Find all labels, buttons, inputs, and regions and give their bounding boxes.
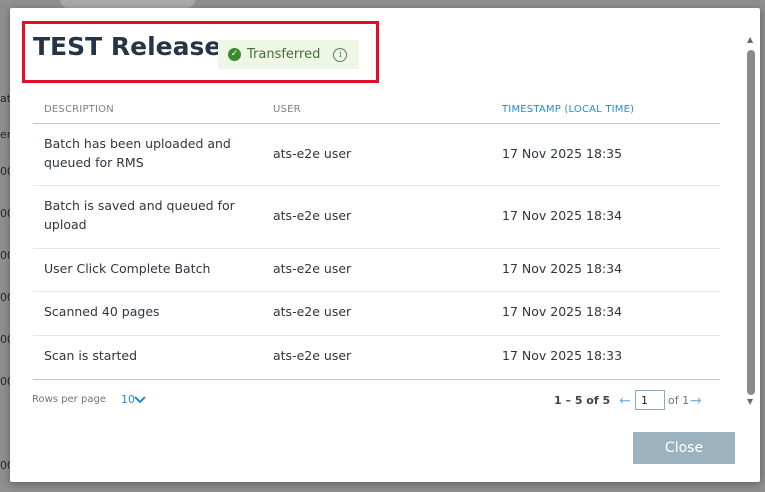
previous-page-arrow-icon[interactable]: ← <box>619 393 631 409</box>
cell-description: Scan is started <box>44 348 138 363</box>
status-badge-label: Transferred <box>247 47 321 62</box>
cell-timestamp: 17 Nov 2025 18:35 <box>502 146 623 161</box>
column-header-timestamp[interactable]: TIMESTAMP (LOCAL TIME) <box>502 104 634 115</box>
modal-title: TEST Release <box>33 32 222 61</box>
cell-description: Scanned 40 pages <box>44 304 160 319</box>
check-circle-icon: ✓ <box>228 48 241 61</box>
cell-timestamp: 17 Nov 2025 18:34 <box>502 208 623 223</box>
next-page-arrow-icon[interactable]: → <box>690 393 702 409</box>
table-row: Scan is started ats-e2e user 17 Nov 2025… <box>33 336 720 380</box>
cell-user: ats-e2e user <box>273 146 352 161</box>
cell-timestamp: 17 Nov 2025 18:33 <box>502 348 623 363</box>
page-number-input[interactable] <box>635 390 665 410</box>
cell-timestamp: 17 Nov 2025 18:34 <box>502 304 623 319</box>
rows-per-page-label: Rows per page <box>32 394 106 405</box>
scroll-up-arrow-icon[interactable]: ▲ <box>747 35 753 44</box>
cell-description: Batch is saved and queued for upload <box>44 198 235 232</box>
status-badge: ✓ Transferred i <box>218 40 359 69</box>
background-tab <box>60 0 195 8</box>
scrollbar-thumb[interactable] <box>747 50 755 395</box>
table-row: Batch has been uploaded and queued for R… <box>33 124 720 186</box>
cell-description: Batch has been uploaded and queued for R… <box>44 136 231 170</box>
cell-user: ats-e2e user <box>273 304 352 319</box>
cell-user: ats-e2e user <box>273 261 352 276</box>
table-body: Batch has been uploaded and queued for R… <box>33 124 720 380</box>
column-header-user[interactable]: USER <box>273 104 301 115</box>
cell-user: ats-e2e user <box>273 348 352 363</box>
scroll-down-arrow-icon[interactable]: ▼ <box>747 397 753 406</box>
pagination-range: 1 – 5 of 5 <box>554 394 611 407</box>
cell-user: ats-e2e user <box>273 208 352 223</box>
cell-timestamp: 17 Nov 2025 18:34 <box>502 261 623 276</box>
info-icon[interactable]: i <box>333 47 348 62</box>
cell-description: User Click Complete Batch <box>44 261 211 276</box>
close-button[interactable]: Close <box>633 432 735 464</box>
audit-history-modal: TEST Release ✓ Transferred i DESCRIPTION… <box>10 8 760 482</box>
table-row: Scanned 40 pages ats-e2e user 17 Nov 202… <box>33 292 720 336</box>
column-header-description[interactable]: DESCRIPTION <box>44 104 114 115</box>
table-row: User Click Complete Batch ats-e2e user 1… <box>33 249 720 292</box>
table-header: DESCRIPTION USER TIMESTAMP (LOCAL TIME) <box>33 100 720 124</box>
chevron-down-icon[interactable] <box>133 392 147 406</box>
page-count-label: of 1 <box>668 394 690 407</box>
table-row: Batch is saved and queued for upload ats… <box>33 186 720 249</box>
